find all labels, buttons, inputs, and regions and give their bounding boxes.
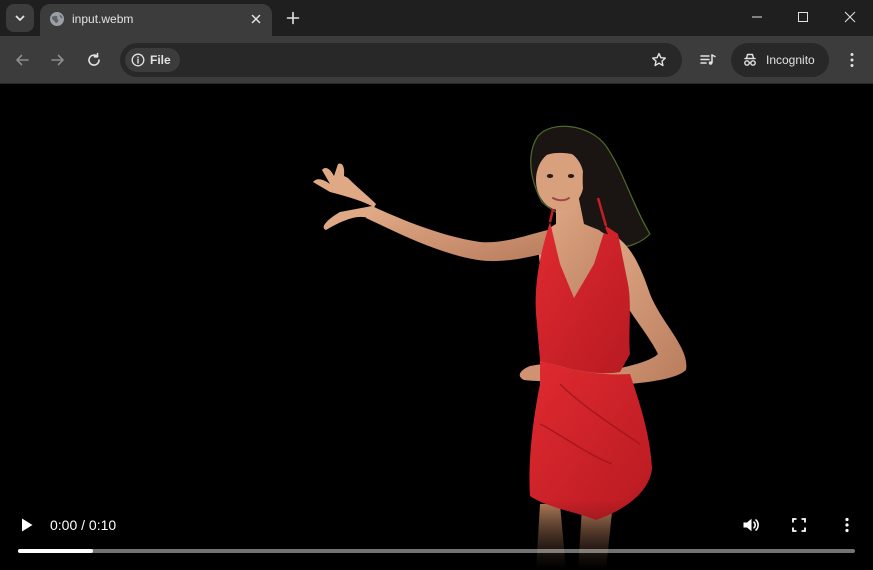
fullscreen-button[interactable] xyxy=(786,512,812,538)
reload-icon xyxy=(88,52,100,66)
site-info-label: File xyxy=(150,53,171,67)
volume-button[interactable] xyxy=(738,512,764,538)
browser-menu-button[interactable] xyxy=(840,48,864,72)
maximize-icon xyxy=(798,12,808,22)
time-display: 0:00 / 0:10 xyxy=(50,517,117,533)
close-icon xyxy=(251,14,261,24)
more-options-icon xyxy=(845,517,849,533)
info-icon xyxy=(131,53,145,67)
tab-search-button[interactable] xyxy=(6,4,34,32)
back-button[interactable] xyxy=(8,46,36,74)
reload-button[interactable] xyxy=(80,46,108,74)
new-tab-button[interactable] xyxy=(281,6,305,30)
close-icon xyxy=(844,11,856,23)
kebab-menu-icon xyxy=(850,53,854,67)
media-controls-button[interactable] xyxy=(696,48,720,72)
play-icon xyxy=(22,518,33,532)
seek-bar[interactable] xyxy=(18,549,855,553)
site-info-button[interactable]: File xyxy=(125,48,180,72)
globe-icon xyxy=(50,12,64,26)
active-tab[interactable]: input.webm xyxy=(40,4,272,36)
maximize-button[interactable] xyxy=(780,0,826,34)
tab-strip: input.webm xyxy=(0,0,873,36)
plus-icon xyxy=(286,11,300,25)
tab-close-button[interactable] xyxy=(248,11,264,27)
browser-toolbar: File Incognito xyxy=(0,36,873,84)
minimize-icon xyxy=(752,16,762,18)
chevron-down-icon xyxy=(15,15,25,21)
more-options-button[interactable] xyxy=(834,512,860,538)
video-frame xyxy=(313,125,687,570)
star-icon xyxy=(652,52,666,67)
back-arrow-icon xyxy=(16,54,29,66)
incognito-icon xyxy=(744,53,756,66)
bookmark-button[interactable] xyxy=(650,51,668,69)
forward-button[interactable] xyxy=(44,46,72,74)
minimize-button[interactable] xyxy=(734,0,780,34)
media-controls-icon xyxy=(700,54,716,65)
incognito-label: Incognito xyxy=(766,53,815,67)
video-player[interactable]: 0:00 / 0:10 xyxy=(0,84,873,570)
forward-arrow-icon xyxy=(51,54,64,66)
play-button[interactable] xyxy=(14,512,40,538)
volume-icon xyxy=(743,518,759,532)
incognito-profile-button[interactable]: Incognito xyxy=(731,43,829,77)
seek-bar-progress xyxy=(18,549,94,553)
fullscreen-icon xyxy=(792,518,806,532)
tab-title: input.webm xyxy=(72,12,134,26)
window-close-button[interactable] xyxy=(827,0,873,34)
address-bar[interactable]: File xyxy=(120,43,682,77)
